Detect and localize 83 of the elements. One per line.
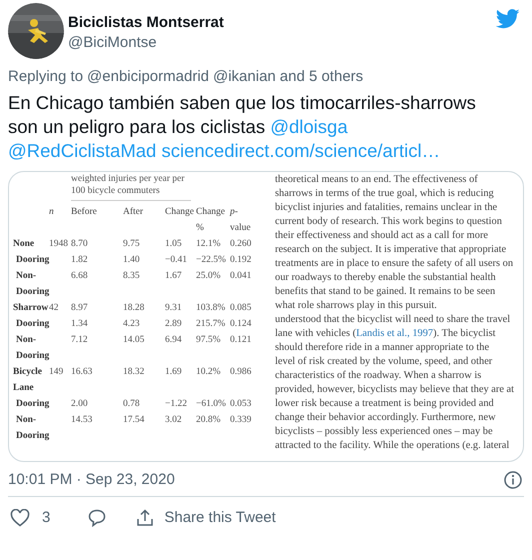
table-cell-text: 6.68 xyxy=(71,270,89,283)
table-cell-text: 17.54 xyxy=(123,414,146,427)
column-header: n xyxy=(49,206,55,219)
mention-link[interactable]: @ikanian xyxy=(213,67,276,87)
document-image[interactable] xyxy=(8,171,524,462)
table-cell-text: 0.78 xyxy=(123,398,141,411)
table-cell-text: 1.05 xyxy=(165,238,183,251)
table-cell-text: 215.7% xyxy=(196,318,226,331)
column-header: After xyxy=(123,206,144,219)
table-cell-text: 1.82 xyxy=(71,254,89,267)
table-cell-text: 25.0% xyxy=(196,270,222,283)
row-label: None xyxy=(13,238,36,251)
comment-icon[interactable] xyxy=(88,509,106,527)
others-link[interactable]: and 5 others xyxy=(280,67,364,87)
table-cell-text: 8.97 xyxy=(71,302,89,315)
table-cell-text: 18.32 xyxy=(123,366,146,379)
table-cell-text: 0.124 xyxy=(230,318,252,331)
table-cell-text: 8.70 xyxy=(71,238,89,251)
tweet-text: En Chicago también saben que los timocarriles-sharrows son un peligro para los ciclistas @dloisga @RedCiclistaMad sciencedirect.com/science/articl… xyxy=(7,91,477,163)
row-label: Non-Dooring xyxy=(15,334,49,363)
info-icon[interactable] xyxy=(504,471,522,489)
body-paragraph: understood that the bicyclist will need to share the travel lane with vehicles (Landis et al., 1997). The bicyclist should therefore ride in a manner appropriate to the level of risk created by the volume, speed, and other characteristics of the roadway. When a sharrow is provided, however, bicyclists may believe that they are at lower risk because a treatment is being provided and change their behavior accordingly. Furthermore, new bicyclists – possibly less experienced ones – may be attracted to the facility. While the operations (e.g. lateral xyxy=(275,313,514,453)
table-cell-text: −1.22 xyxy=(165,398,188,411)
table-cell-text: 0.192 xyxy=(230,254,252,267)
table-cell-text: 103.8% xyxy=(196,302,226,315)
row-label: Non-Dooring xyxy=(15,414,49,443)
table-cell-text: 12.1% xyxy=(196,238,222,251)
table-cell-text: 9.75 xyxy=(123,238,141,251)
citation-link[interactable]: Landis et al., 1997 xyxy=(356,328,434,339)
table-cell-text: 1.34 xyxy=(71,318,89,331)
timestamp[interactable]: 10:01 PM · Sep 23, 2020 xyxy=(8,471,175,489)
table-cell-text: 6.94 xyxy=(165,334,183,347)
table-cell-text: 2.89 xyxy=(165,318,183,331)
table-cell-text: 1.67 xyxy=(165,270,183,283)
row-label: Non-Dooring xyxy=(15,270,49,299)
heart-icon[interactable] xyxy=(10,509,30,527)
table-group-header: weighted injuries per year per 100 bicycle commuters xyxy=(71,173,191,201)
bird-icon[interactable] xyxy=(496,9,520,29)
table-cell-text: 4.23 xyxy=(123,318,141,331)
share-button[interactable]: Share this Tweet xyxy=(136,506,276,530)
table-cell-text: 20.8% xyxy=(196,414,222,427)
replying-label: Replying to xyxy=(8,67,84,87)
row-label: Sharrow xyxy=(13,302,49,315)
column-header: Before xyxy=(71,206,98,219)
row-label: Bicycle Lane xyxy=(13,366,44,395)
row-label: Dooring xyxy=(15,254,49,267)
table-cell-text: 9.31 xyxy=(165,302,183,315)
table-cell-text: 97.5% xyxy=(196,334,222,347)
table-cell-text: 1948 xyxy=(49,238,69,251)
column-header: Change % xyxy=(196,206,226,235)
column-header: Change xyxy=(165,206,196,219)
table-cell-text: 0.085 xyxy=(230,302,252,315)
body-paragraph: theoretical means to an end. The effectiveness of sharrows in terms of the true goal, which is reducing bicyclist injuries and fatalities, remains unclear in the current body of research. This work begins to question their effectiveness and should act as a call for more research on the subject. It is imperative that appropriate treatments are in place to ensure the safety of all users on our roadways to thereby enable the substantial health benefits that stand to be gained. It remains to be seen what role sharrows play in this pursuit. xyxy=(275,173,514,313)
table-cell-text: 1.40 xyxy=(123,254,141,267)
author-handle[interactable]: @BiciMontse xyxy=(68,33,157,53)
table-cell-text: 14.53 xyxy=(71,414,94,427)
share-icon xyxy=(136,509,154,527)
table-cell-text: 7.12 xyxy=(71,334,89,347)
table-cell-text: 0.041 xyxy=(230,270,252,283)
table-cell-text: 0.053 xyxy=(230,398,252,411)
column-header: p-value xyxy=(230,206,252,235)
table-cell-text: −61.0% xyxy=(196,398,227,411)
table-cell-text: 1.69 xyxy=(165,366,183,379)
table-cell-text: 0.986 xyxy=(230,366,252,379)
table-cell-text: −22.5% xyxy=(196,254,227,267)
table-cell-text: 0.121 xyxy=(230,334,252,347)
author-name[interactable]: Biciclistas Montserrat xyxy=(68,13,224,33)
table-cell-text: 8.35 xyxy=(123,270,141,283)
table-cell-text: 14.05 xyxy=(123,334,146,347)
table-cell-text: 42 xyxy=(49,302,60,315)
mention-link[interactable]: @enbicipormadrid xyxy=(87,67,209,87)
row-label: Dooring xyxy=(15,398,49,411)
table-cell-text: −0.41 xyxy=(165,254,188,267)
table-cell-text: 3.02 xyxy=(165,414,183,427)
table-cell-text: 18.28 xyxy=(123,302,146,315)
like-count: 3 xyxy=(42,508,50,528)
table-cell-text: 10.2% xyxy=(196,366,222,379)
table-cell-text: 0.260 xyxy=(230,238,252,251)
table-cell-text: 0.339 xyxy=(230,414,252,427)
row-label: Dooring xyxy=(15,318,49,331)
table-cell-text: 2.00 xyxy=(71,398,89,411)
table-cell-text: 16.63 xyxy=(71,366,94,379)
table-cell-text: 149 xyxy=(49,366,64,379)
